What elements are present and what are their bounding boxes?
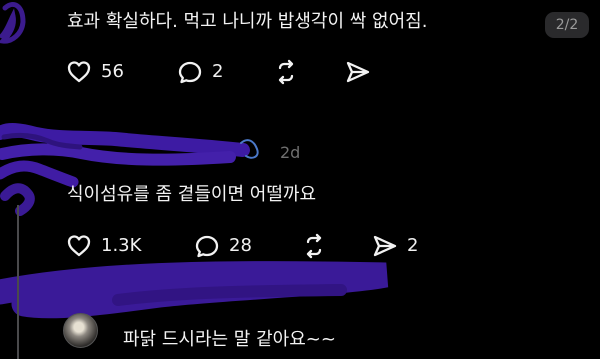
reply-comment-button[interactable]: 28	[193, 232, 252, 260]
send-icon	[371, 232, 399, 260]
heart-icon	[65, 58, 93, 86]
reply-comment-count: 28	[229, 235, 252, 256]
comment-button[interactable]: 2	[176, 58, 223, 86]
reply-timestamp: 2d	[280, 143, 301, 162]
reply-comment-text: 식이섬유를 좀 곁들이면 어떨까요	[67, 184, 317, 205]
comment-bubble-icon	[176, 58, 204, 86]
like-count: 56	[101, 61, 124, 82]
page-indicator-badge: 2/2	[545, 12, 589, 38]
reply-like-count: 1.3K	[101, 235, 142, 256]
share-button[interactable]	[344, 58, 372, 86]
repost-button[interactable]	[272, 58, 300, 86]
thread-connector-line	[17, 205, 19, 359]
repost-icon	[272, 58, 300, 86]
avatar[interactable]	[63, 313, 98, 348]
repost-icon	[300, 232, 328, 260]
like-button[interactable]: 56	[65, 58, 124, 86]
comment-bubble-icon	[193, 232, 221, 260]
reply-share-count: 2	[407, 235, 419, 256]
top-comment-text: 효과 확실하다. 먹고 나니까 밥생각이 싹 없어짐.	[67, 11, 428, 32]
reply-repost-button[interactable]	[300, 232, 328, 260]
send-icon	[344, 58, 372, 86]
reply-share-button[interactable]: 2	[371, 232, 418, 260]
comment-count: 2	[212, 61, 224, 82]
reply-like-button[interactable]: 1.3K	[65, 232, 141, 260]
redaction-marks	[0, 2, 389, 319]
heart-icon	[65, 232, 93, 260]
second-reply-text: 파닭 드시라는 말 같아요~~	[123, 329, 336, 350]
thread-screen: 효과 확실하다. 먹고 나니까 밥생각이 싹 없어짐. 2/2 56 2 2d …	[0, 0, 600, 359]
